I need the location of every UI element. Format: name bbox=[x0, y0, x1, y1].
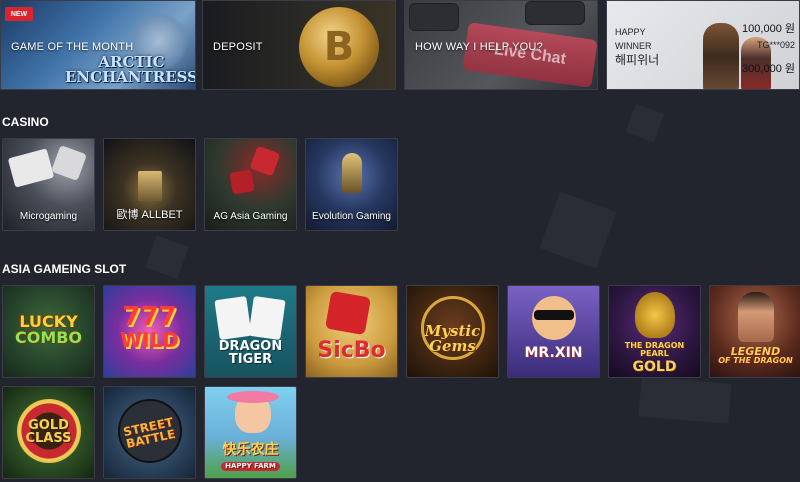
game-title: 快乐农庄 HAPPY FARM bbox=[205, 443, 296, 471]
game-title: LUCKY COMBO bbox=[3, 314, 94, 346]
game-title-line1: 777 bbox=[122, 302, 177, 332]
dice-art bbox=[51, 145, 87, 181]
background-shape bbox=[625, 103, 665, 143]
tower-art bbox=[342, 153, 362, 193]
game-title: SicBo bbox=[306, 340, 397, 362]
banner-help[interactable]: Live Chat HOW WAY I HELP YOU? bbox=[404, 0, 598, 90]
game-title-line2: Gems bbox=[429, 337, 476, 355]
provider-allbet[interactable]: 歐博 ALLBET bbox=[103, 138, 196, 231]
game-legend-of-the-dragon[interactable]: LEGEND OF THE DRAGON bbox=[709, 285, 800, 378]
provider-asia-gaming[interactable]: AG Asia Gaming bbox=[204, 138, 297, 231]
winner-label-line2: WINNER bbox=[615, 41, 652, 51]
card-art bbox=[248, 295, 286, 341]
game-title-line2: TIGER bbox=[228, 352, 273, 367]
game-mr-xin[interactable]: MR.XIN bbox=[507, 285, 600, 378]
game-title: THE DRAGON PEARL GOLD bbox=[609, 341, 700, 375]
game-street-battle[interactable]: STREET BATTLE bbox=[103, 386, 196, 479]
banner-deposit[interactable]: B DEPOSIT bbox=[202, 0, 396, 90]
top-banners: NEW ARCTIC ENCHANTRESS GAME OF THE MONTH… bbox=[0, 0, 800, 90]
game-777-wild[interactable]: 777 WILD bbox=[103, 285, 196, 378]
arctic-enchantress-logo: ARCTIC ENCHANTRESS bbox=[65, 55, 196, 86]
game-title-line2: WILD bbox=[120, 328, 179, 352]
coin-symbol: B bbox=[299, 7, 379, 87]
winner-amount: 100,000 원 bbox=[742, 23, 795, 35]
new-badge: NEW bbox=[5, 7, 33, 21]
background-shape bbox=[638, 376, 732, 424]
game-title: DRAGON TIGER bbox=[205, 340, 296, 366]
game-title-line1: SicBo bbox=[317, 338, 386, 363]
bitcoin-coin-icon: B bbox=[299, 7, 379, 87]
game-title-line2: GOLD bbox=[632, 359, 677, 375]
live-chat-key: Live Chat bbox=[462, 22, 597, 88]
game-title-line1: 快乐农庄 bbox=[222, 442, 279, 458]
dice-art bbox=[249, 145, 281, 177]
hat-art bbox=[227, 391, 279, 403]
dice-art bbox=[325, 290, 371, 336]
game-mystic-gems[interactable]: Mystic Gems bbox=[406, 285, 499, 378]
banner-happy-winner[interactable]: HAPPY WINNER 해피위너 100,000 원 TG***092 300… bbox=[606, 0, 800, 90]
palace-art bbox=[138, 171, 162, 201]
game-dragon-tiger[interactable]: DRAGON TIGER bbox=[204, 285, 297, 378]
art-title-line2: ENCHANTRESS bbox=[65, 68, 196, 86]
game-title-line2: COMBO bbox=[14, 328, 83, 347]
game-title-line2: OF THE DRAGON bbox=[718, 356, 793, 365]
game-happy-farm[interactable]: 快乐农庄 HAPPY FARM bbox=[204, 386, 297, 479]
winner-label-line1: HAPPY bbox=[615, 27, 646, 37]
provider-name: Microgaming bbox=[19, 211, 78, 222]
game-lucky-combo[interactable]: LUCKY COMBO bbox=[2, 285, 95, 378]
fighter-art bbox=[738, 292, 774, 342]
game-title-line2: HAPPY FARM bbox=[221, 462, 280, 471]
banner-label: GAME OF THE MONTH bbox=[11, 41, 134, 53]
game-gold-class[interactable]: GOLD CLASS bbox=[2, 386, 95, 479]
background-shape bbox=[539, 191, 617, 269]
winner-label-korean: 해피위너 bbox=[615, 53, 660, 67]
winner-title: HAPPY WINNER 해피위너 bbox=[615, 25, 659, 67]
game-title: MR.XIN bbox=[508, 346, 599, 360]
winner-user: TG***092 bbox=[756, 40, 795, 50]
winner-info: 100,000 원 TG***092 300,000 원 bbox=[742, 21, 795, 77]
dragon-art bbox=[635, 292, 675, 338]
dice-art bbox=[229, 169, 255, 195]
game-title: Mystic Gems bbox=[407, 324, 498, 354]
winner-character-art bbox=[703, 23, 739, 89]
keyboard-key bbox=[525, 1, 585, 25]
keyboard-key bbox=[409, 3, 459, 31]
game-title: LEGEND OF THE DRAGON bbox=[710, 346, 800, 365]
provider-name: 歐博 ALLBET bbox=[116, 209, 183, 221]
game-sicbo[interactable]: SicBo bbox=[305, 285, 398, 378]
provider-name: AG Asia Gaming bbox=[213, 211, 288, 222]
sunglasses-art bbox=[534, 310, 574, 320]
section-title-slots: ASIA GAMEING SLOT bbox=[2, 262, 127, 276]
provider-name: Evolution Gaming bbox=[312, 211, 391, 222]
banner-game-of-the-month[interactable]: NEW ARCTIC ENCHANTRESS GAME OF THE MONTH bbox=[0, 0, 196, 90]
card-art bbox=[214, 295, 252, 341]
game-title-line2: CLASS bbox=[25, 431, 72, 446]
provider-microgaming[interactable]: Microgaming bbox=[2, 138, 95, 231]
section-title-casino: CASINO bbox=[2, 115, 49, 129]
cards-art bbox=[7, 148, 55, 188]
winner-amount: 300,000 원 bbox=[742, 63, 795, 75]
background-shape bbox=[145, 235, 189, 279]
provider-evolution-gaming[interactable]: Evolution Gaming bbox=[305, 138, 398, 231]
game-dragon-pearl-gold[interactable]: THE DRAGON PEARL GOLD bbox=[608, 285, 701, 378]
banner-label: DEPOSIT bbox=[213, 41, 263, 53]
game-title-line1: MR.XIN bbox=[524, 345, 583, 361]
game-title: 777 WILD bbox=[104, 304, 195, 350]
game-title-line1: THE DRAGON PEARL bbox=[624, 341, 685, 358]
game-title: GOLD CLASS bbox=[3, 419, 94, 445]
banner-label: HOW WAY I HELP YOU? bbox=[415, 41, 543, 53]
